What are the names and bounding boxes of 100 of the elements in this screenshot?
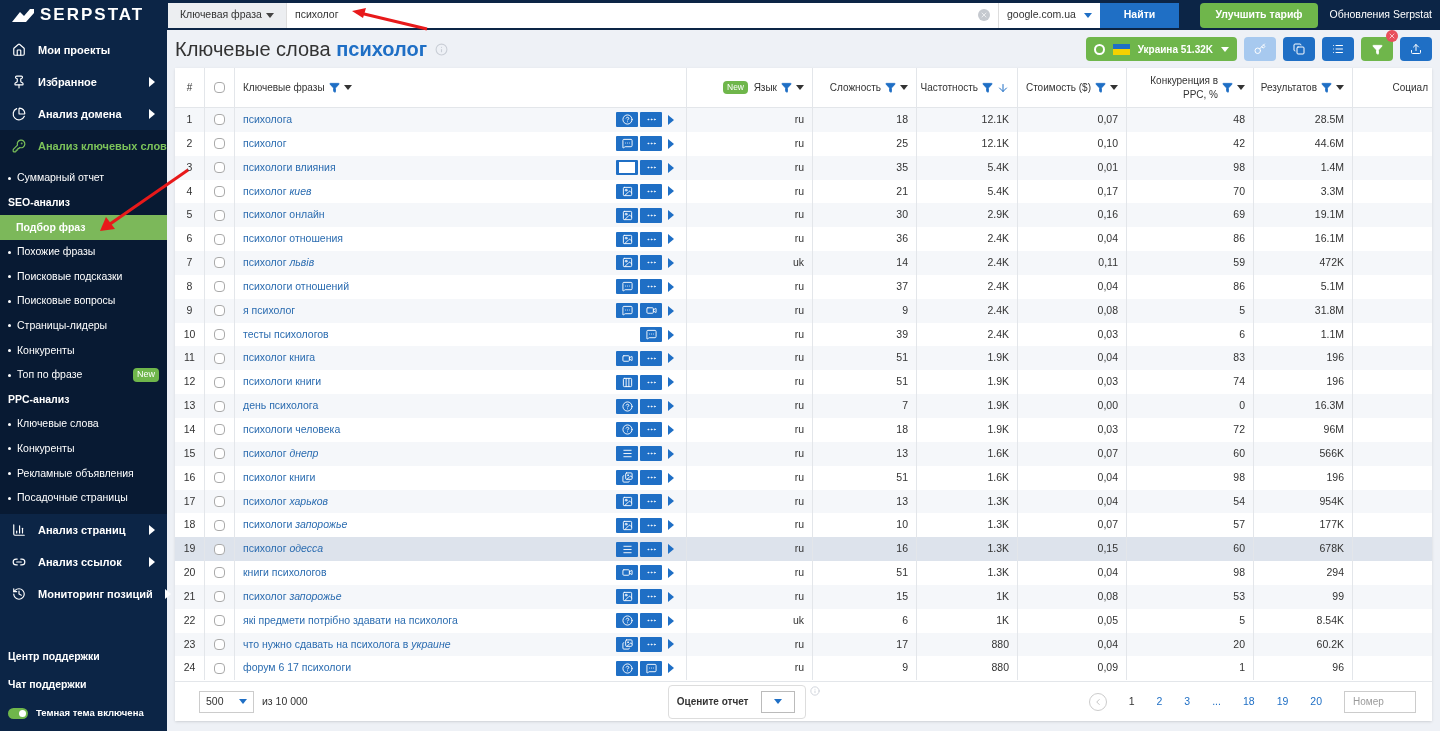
- serp-feature-button[interactable]: [640, 565, 662, 581]
- row-checkbox[interactable]: [214, 162, 225, 174]
- keyword-link[interactable]: які предмети потрібно здавати на психолога: [243, 612, 616, 629]
- filter-icon[interactable]: [781, 82, 792, 93]
- serp-feature-button[interactable]: [640, 613, 662, 629]
- row-checkbox[interactable]: [214, 639, 225, 650]
- copy-button[interactable]: [1283, 37, 1315, 61]
- table-row[interactable]: 22 які предмети потрібно здавати на психолога uk 6 1K 0,05 5 8.54K: [175, 608, 1432, 633]
- serp-feature-button[interactable]: [640, 517, 662, 533]
- serp-feature-button[interactable]: [616, 541, 638, 557]
- keyword-link[interactable]: тесты психологов: [243, 326, 640, 343]
- serp-feature-button[interactable]: [640, 470, 662, 486]
- page-number-field[interactable]: Номер: [1344, 690, 1416, 713]
- keyword-link[interactable]: психолог днепр: [243, 445, 616, 462]
- support-link[interactable]: Центр поддержки: [0, 643, 167, 671]
- row-checkbox[interactable]: [214, 400, 225, 412]
- column-header[interactable]: #: [186, 80, 193, 95]
- table-row[interactable]: 1 психолога ru 18 12.1K 0,07 48 28.5M: [175, 108, 1432, 132]
- table-row[interactable]: 18 психологи запорожье ru 10 1.3K 0,07 57 177K: [175, 513, 1432, 538]
- filter-icon[interactable]: [1222, 82, 1233, 93]
- serp-feature-button[interactable]: [640, 398, 662, 414]
- export-button[interactable]: [1400, 37, 1432, 61]
- row-checkbox[interactable]: [214, 138, 225, 150]
- page-link[interactable]: 19: [1276, 693, 1289, 710]
- keyword-link[interactable]: психолог львів: [243, 255, 616, 271]
- column-header[interactable]: Сложность: [829, 80, 881, 95]
- serp-feature-button[interactable]: [616, 637, 638, 652]
- keyword-link[interactable]: психолог книга: [243, 350, 616, 367]
- table-row[interactable]: 9 я психолог ru 9 2.4K 0,08 5 31.8M: [175, 298, 1432, 323]
- sidebar-subitem[interactable]: Топ по фразе New: [0, 362, 167, 388]
- serp-feature-button[interactable]: [640, 541, 662, 557]
- page-link[interactable]: 2: [1156, 693, 1163, 710]
- keyword-link[interactable]: психолог книги: [243, 469, 616, 486]
- row-checkbox[interactable]: [214, 495, 225, 507]
- serp-feature-button[interactable]: [640, 327, 662, 342]
- page-link[interactable]: ...: [1212, 693, 1221, 710]
- column-header[interactable]: Ключевые фразы: [243, 80, 325, 95]
- table-row[interactable]: 5 психолог онлайн ru 30 2.9K 0,16 69 19.1M: [175, 203, 1432, 228]
- column-header[interactable]: Частотность: [920, 80, 978, 95]
- serp-feature-button[interactable]: [616, 470, 638, 486]
- table-row[interactable]: 12 психологи книги ru 51 1.9K 0,03 74 196: [175, 370, 1432, 395]
- keyword-link[interactable]: психолога: [243, 112, 616, 128]
- column-header[interactable]: Язык: [753, 80, 777, 95]
- serp-feature-button[interactable]: [640, 207, 662, 223]
- keyword-link[interactable]: психологи книги: [243, 374, 616, 391]
- row-checkbox[interactable]: [214, 448, 225, 460]
- keyword-link[interactable]: психологи отношений: [243, 278, 616, 295]
- row-checkbox[interactable]: [214, 591, 225, 603]
- select-all-checkbox[interactable]: [214, 82, 225, 93]
- table-row[interactable]: 10 тесты психологов ru 39 2.4K 0,03 6 1.1M: [175, 322, 1432, 347]
- table-row[interactable]: 7 психолог львів uk 14 2.4K 0,11 59 472K: [175, 251, 1432, 275]
- serp-feature-button[interactable]: [640, 422, 662, 438]
- row-checkbox[interactable]: [214, 615, 225, 627]
- serp-feature-button[interactable]: [616, 398, 638, 414]
- sidebar-subitem[interactable]: Конкуренты: [0, 436, 167, 462]
- serp-feature-button[interactable]: [616, 517, 638, 533]
- sidebar-subitem[interactable]: Посадочные страницы: [0, 485, 167, 511]
- columns-button[interactable]: [1322, 37, 1354, 61]
- serp-feature-button[interactable]: [640, 493, 662, 509]
- keyword-link[interactable]: психологи человека: [243, 422, 616, 438]
- table-row[interactable]: 23 что нужно сдавать на психолога в украине ru 17 880 0,04 20 60.2K: [175, 632, 1432, 657]
- sidebar-subitem[interactable]: Поисковые подсказки: [0, 264, 167, 289]
- table-row[interactable]: 4 психолог киев ru 21 5.4K 0,17 70 3.3M: [175, 179, 1432, 204]
- keyword-link[interactable]: психолог одесса: [243, 541, 616, 557]
- table-row[interactable]: 15 психолог днепр ru 13 1.6K 0,07 60 566K: [175, 441, 1432, 466]
- page-link[interactable]: 3: [1184, 693, 1191, 710]
- table-row[interactable]: 8 психологи отношений ru 37 2.4K 0,04 86 5.1M: [175, 274, 1432, 299]
- row-checkbox[interactable]: [214, 257, 225, 269]
- table-row[interactable]: 2 психолог ru 25 12.1K 0,10 42 44.6M: [175, 131, 1432, 156]
- serp-feature-button[interactable]: [616, 660, 638, 676]
- serp-feature-button[interactable]: [640, 374, 662, 390]
- serp-feature-button[interactable]: [640, 660, 662, 676]
- row-checkbox[interactable]: [214, 543, 225, 555]
- serp-feature-button[interactable]: [616, 112, 638, 128]
- keyword-link[interactable]: психологи влияния: [243, 159, 616, 176]
- serp-feature-button[interactable]: [616, 613, 638, 629]
- keyword-link[interactable]: день психолога: [243, 398, 616, 414]
- serp-feature-button[interactable]: [616, 422, 638, 438]
- serp-feature-button[interactable]: [616, 350, 638, 366]
- keyword-link[interactable]: психолог киев: [243, 183, 616, 200]
- keyword-link[interactable]: психологи запорожье: [243, 517, 616, 534]
- row-checkbox[interactable]: [214, 376, 225, 388]
- sidebar-item[interactable]: Мои проекты: [0, 34, 167, 66]
- serp-feature-button[interactable]: [616, 207, 638, 223]
- column-header[interactable]: Результатов: [1260, 80, 1317, 95]
- filter-button[interactable]: [1361, 37, 1393, 61]
- row-checkbox[interactable]: [214, 114, 225, 126]
- filter-icon[interactable]: [1095, 82, 1106, 93]
- column-header[interactable]: Конкуренция в PPC, %: [1136, 73, 1218, 102]
- keyword-link[interactable]: психолог запорожье: [243, 588, 616, 605]
- page-link[interactable]: 18: [1242, 693, 1255, 710]
- serp-feature-button[interactable]: [616, 279, 638, 295]
- rating-dropdown[interactable]: [760, 690, 795, 713]
- table-row[interactable]: 24 форум 6 17 психологи ru 9 880 0,09 1 96: [175, 656, 1432, 681]
- serp-feature-button[interactable]: [640, 160, 662, 176]
- sidebar-subitem[interactable]: Ключевые слова: [0, 411, 167, 437]
- support-link[interactable]: Чат поддержки: [0, 671, 167, 699]
- keyword-link[interactable]: психолог онлайн: [243, 207, 616, 224]
- serp-feature-button[interactable]: [616, 303, 638, 319]
- table-row[interactable]: 11 психолог книга ru 51 1.9K 0,04 83 196: [175, 346, 1432, 371]
